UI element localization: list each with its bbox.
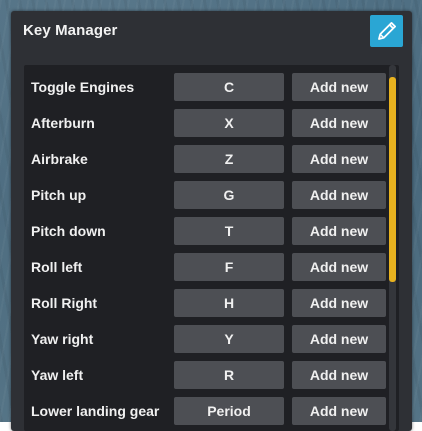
action-label: Lower landing gear — [31, 403, 160, 419]
panel-header: Key Manager — [11, 11, 412, 53]
key-button[interactable]: Period — [174, 397, 284, 425]
action-label: Pitch down — [31, 223, 106, 239]
scrollbar-thumb[interactable] — [389, 77, 396, 282]
binding-row-yaw-left: Yaw left R Add new — [24, 361, 399, 389]
edit-button[interactable] — [370, 15, 403, 47]
action-label: Roll left — [31, 259, 83, 275]
scrollbar[interactable] — [389, 65, 396, 431]
key-button[interactable]: Y — [174, 325, 284, 353]
key-button[interactable]: Z — [174, 145, 284, 173]
binding-row-roll-left: Roll left F Add new — [24, 253, 399, 281]
binding-row-roll-right: Roll Right H Add new — [24, 289, 399, 317]
action-label: Airbrake — [31, 151, 88, 167]
add-new-button[interactable]: Add new — [292, 397, 386, 425]
action-label: Roll Right — [31, 295, 98, 311]
action-label: Afterburn — [31, 115, 95, 131]
key-button[interactable]: X — [174, 109, 284, 137]
add-new-button[interactable]: Add new — [292, 217, 386, 245]
action-label: Yaw left — [31, 367, 84, 383]
add-new-button[interactable]: Add new — [292, 73, 386, 101]
key-button[interactable]: T — [174, 217, 284, 245]
key-button[interactable]: F — [174, 253, 284, 281]
action-label: Yaw right — [31, 331, 94, 347]
key-manager-panel: Key Manager Toggle Engines C Add new Aft… — [11, 11, 412, 431]
add-new-button[interactable]: Add new — [292, 325, 386, 353]
binding-row-toggle-engines: Toggle Engines C Add new — [24, 73, 399, 101]
add-new-button[interactable]: Add new — [292, 109, 386, 137]
add-new-button[interactable]: Add new — [292, 145, 386, 173]
binding-row-airbrake: Airbrake Z Add new — [24, 145, 399, 173]
add-new-button[interactable]: Add new — [292, 289, 386, 317]
panel-title: Key Manager — [23, 22, 118, 39]
add-new-button[interactable]: Add new — [292, 361, 386, 389]
action-label: Pitch up — [31, 187, 87, 203]
add-new-button[interactable]: Add new — [292, 181, 386, 209]
key-button[interactable]: C — [174, 73, 284, 101]
add-new-button[interactable]: Add new — [292, 253, 386, 281]
binding-row-lower-landing-gear: Lower landing gear Period Add new — [24, 397, 399, 425]
key-button[interactable]: R — [174, 361, 284, 389]
keybinding-list[interactable]: Toggle Engines C Add new Afterburn X Add… — [24, 65, 399, 431]
binding-row-afterburn: Afterburn X Add new — [24, 109, 399, 137]
action-label: Toggle Engines — [31, 79, 135, 95]
key-button[interactable]: G — [174, 181, 284, 209]
binding-row-pitch-down: Pitch down T Add new — [24, 217, 399, 245]
pencil-icon — [377, 22, 396, 40]
binding-row-pitch-up: Pitch up G Add new — [24, 181, 399, 209]
binding-row-yaw-right: Yaw right Y Add new — [24, 325, 399, 353]
key-button[interactable]: H — [174, 289, 284, 317]
